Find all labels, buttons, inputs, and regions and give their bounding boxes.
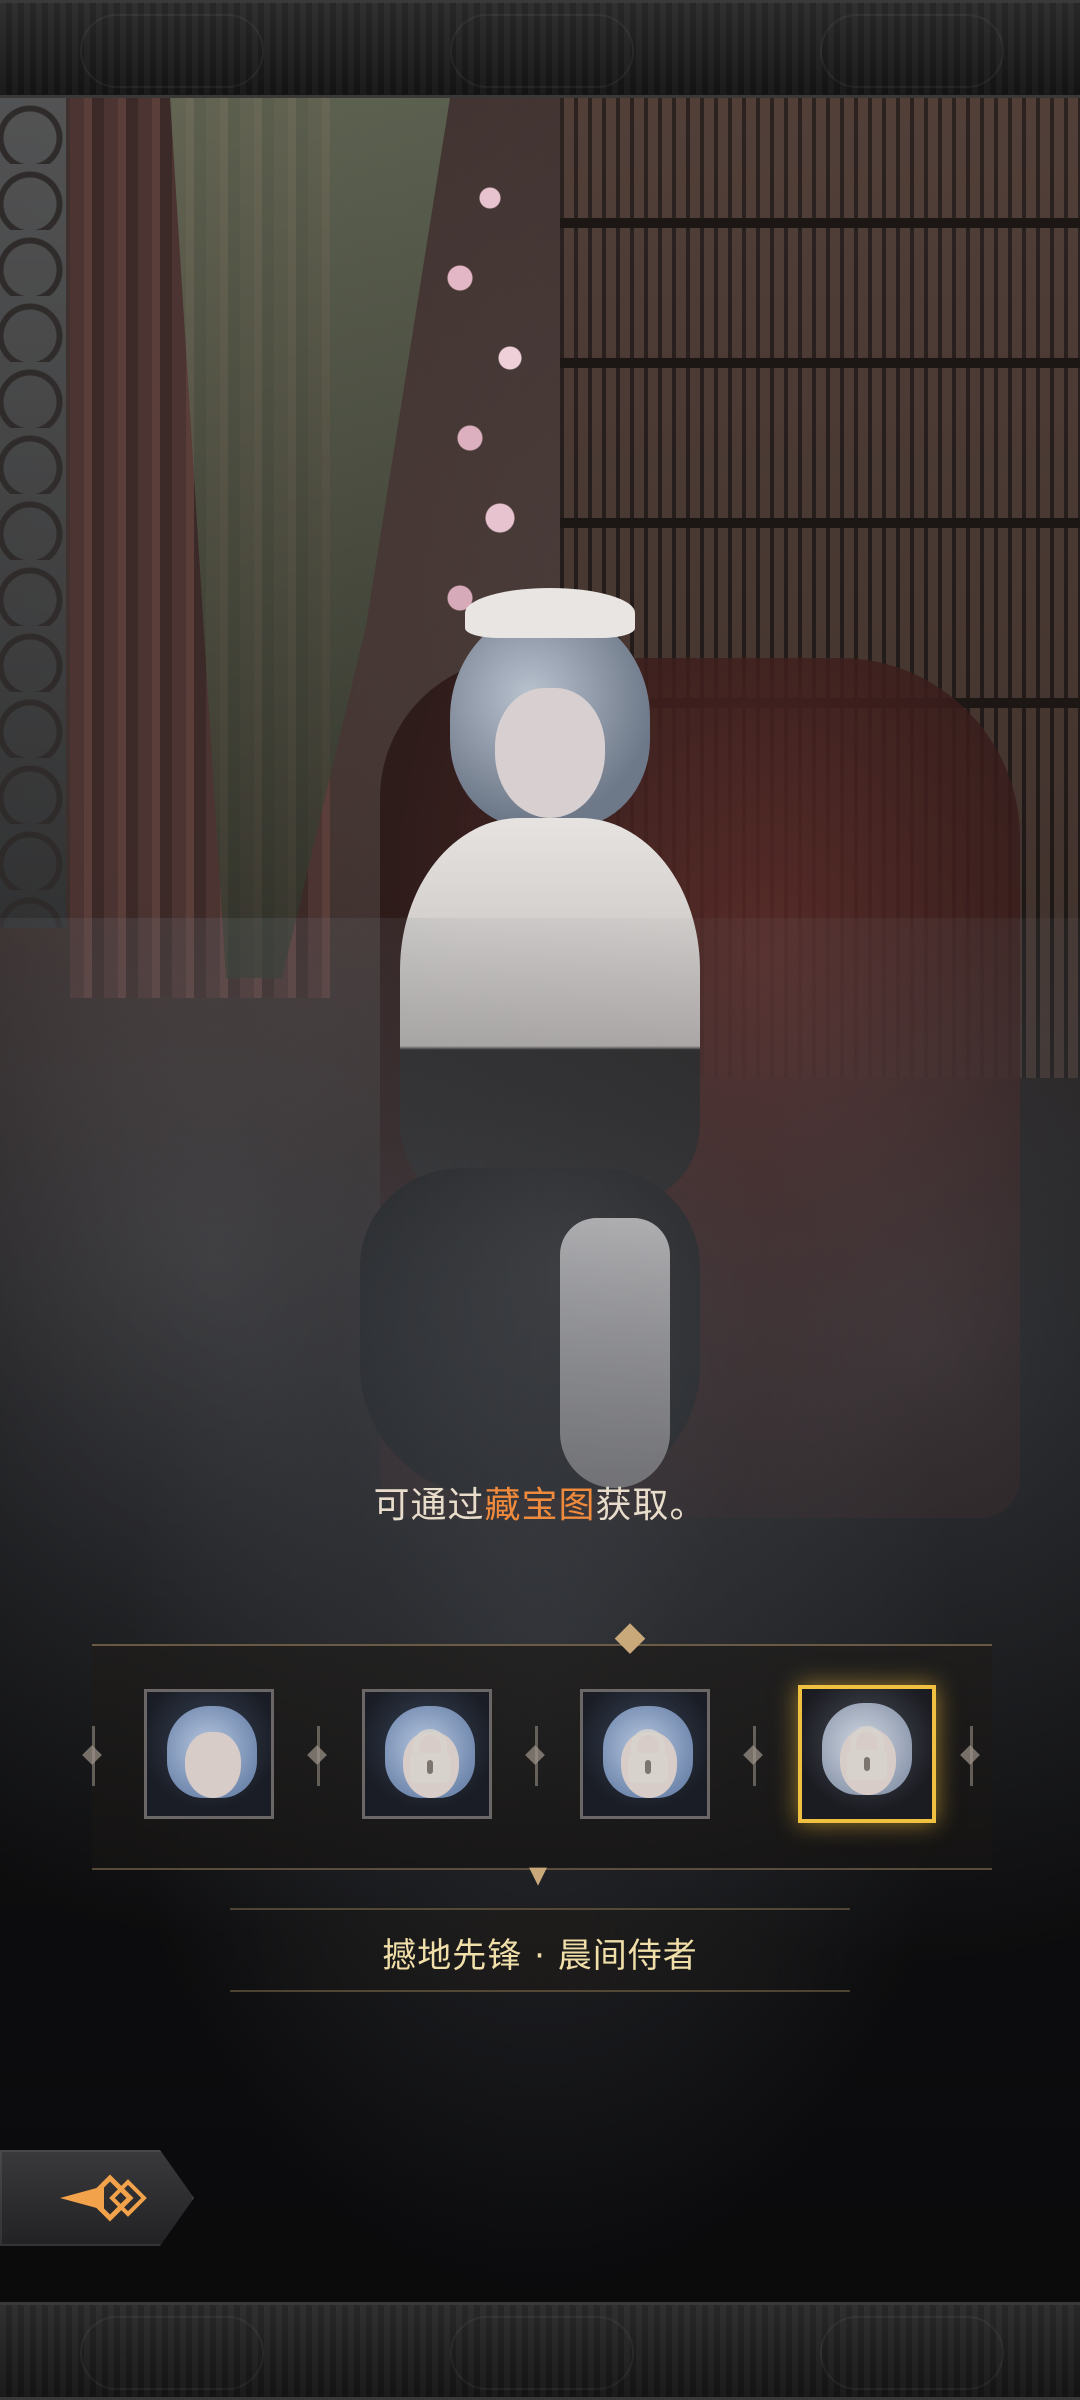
acquisition-prefix: 可通过	[373, 1485, 485, 1526]
bottom-frame	[0, 2302, 1080, 2400]
frame-ornament	[80, 2316, 264, 2390]
frame-ornament	[820, 14, 1004, 88]
shelf-board	[560, 518, 1080, 528]
character-face	[495, 688, 605, 818]
selector-divider	[317, 1726, 340, 1786]
lattice-window	[0, 98, 66, 928]
back-button[interactable]	[0, 2150, 194, 2246]
shelf-board	[560, 358, 1080, 368]
skin-portrait-1[interactable]	[144, 1689, 274, 1819]
frame-ornament	[450, 14, 634, 88]
shelf-board	[560, 218, 1080, 228]
selector-divider	[753, 1726, 776, 1786]
skin-portrait-4[interactable]	[798, 1685, 936, 1823]
skin-name-banner: 撼地先锋 · 晨间侍者	[230, 1908, 850, 1992]
fog-overlay	[0, 918, 1080, 2302]
top-frame	[0, 0, 1080, 98]
skin-portrait-3[interactable]	[580, 1689, 710, 1819]
panel-bottom-ornament: ▾	[528, 1854, 548, 1895]
back-arrow-icon	[60, 2174, 147, 2222]
selector-divider	[535, 1726, 558, 1786]
skin-name: 撼地先锋 · 晨间侍者	[382, 1936, 698, 1976]
maid-headband	[465, 588, 635, 638]
frame-ornament	[450, 2316, 634, 2390]
lock-icon	[847, 1726, 887, 1780]
skin-portrait-2[interactable]	[362, 1689, 492, 1819]
selector-divider	[92, 1726, 115, 1786]
acquisition-source-link[interactable]: 藏宝图	[484, 1485, 595, 1526]
panel-top-ornament: ◆	[614, 1613, 646, 1659]
lock-icon	[628, 1729, 668, 1783]
lock-icon	[410, 1729, 450, 1783]
acquisition-suffix: 获取。	[595, 1485, 707, 1526]
skin-selector-panel: ◆	[92, 1616, 993, 1870]
acquisition-hint: 可通过藏宝图获取。	[0, 1476, 1080, 1528]
frame-ornament	[80, 14, 264, 88]
portrait-face	[185, 1732, 241, 1798]
frame-ornament	[820, 2316, 1004, 2390]
selector-divider	[970, 1726, 993, 1786]
